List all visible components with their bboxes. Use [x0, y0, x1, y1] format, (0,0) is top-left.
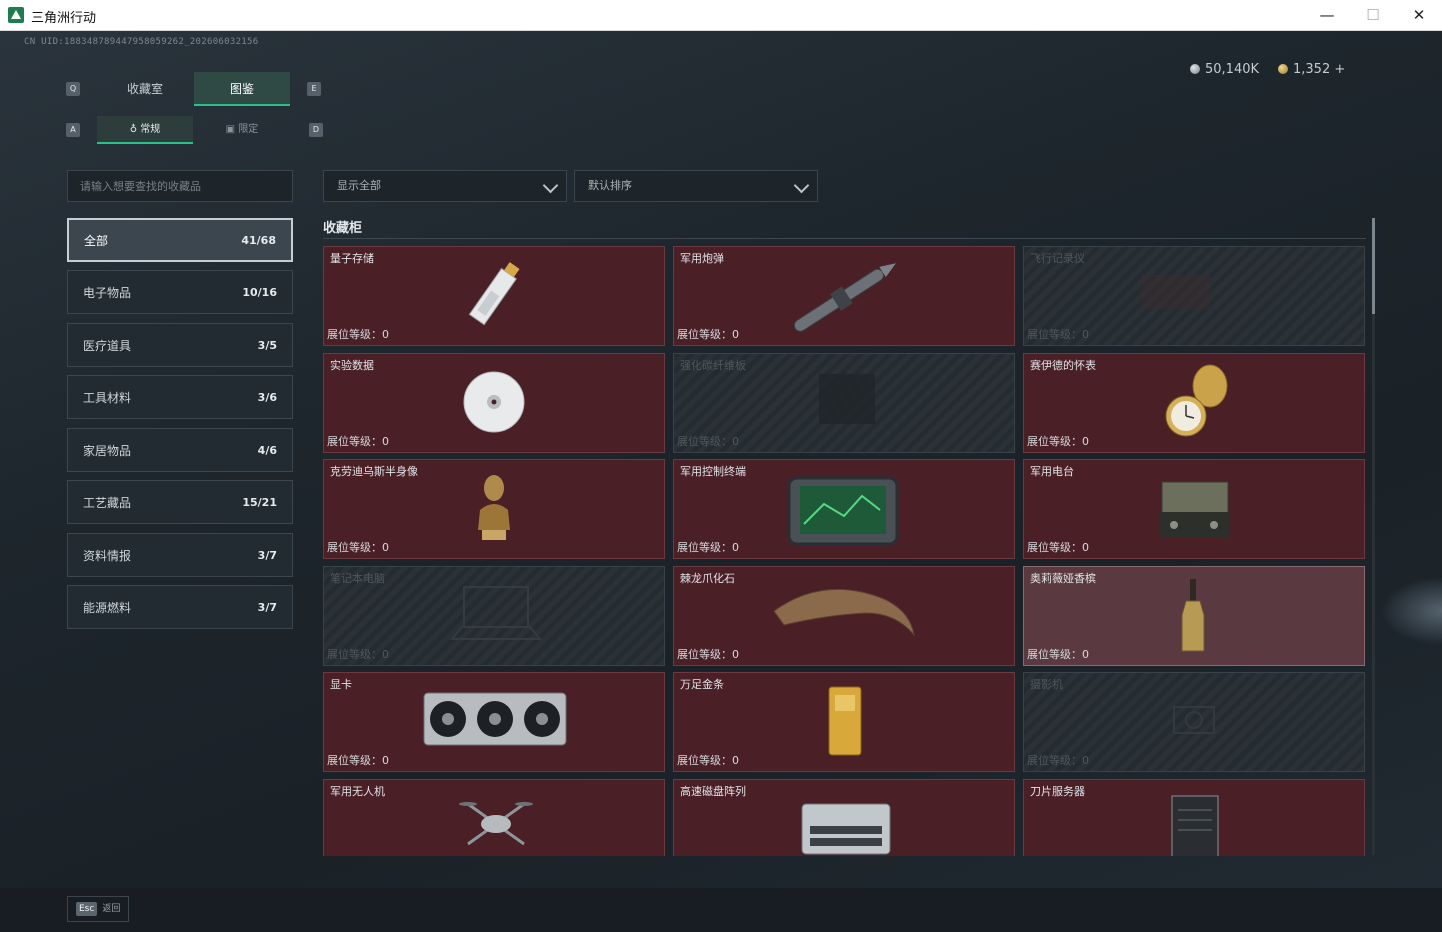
category-energy[interactable]: 能源燃料 3/7 [67, 585, 293, 629]
silver-coin-icon [1190, 64, 1200, 74]
item-level: 展位等级：0 [1027, 648, 1089, 661]
item-name: 笔记本电脑 [330, 572, 385, 585]
item-card[interactable]: 强化碳纤维板 展位等级：0 [673, 353, 1015, 453]
search-input[interactable] [67, 170, 293, 202]
gold-currency[interactable]: 1,352 + [1278, 62, 1345, 77]
item-level: 展位等级：0 [327, 648, 389, 661]
close-button[interactable]: ✕ [1396, 0, 1442, 31]
section-divider [323, 238, 1366, 239]
item-level: 展位等级：0 [1027, 754, 1089, 767]
bottom-bar: Esc 返回 [0, 888, 1442, 932]
item-level: 展位等级：0 [677, 328, 739, 341]
gold-coin-icon [1278, 64, 1288, 74]
subtab-limited[interactable]: ▣ 限定 [194, 116, 290, 144]
item-name: 军用无人机 [330, 785, 385, 798]
chevron-down-icon [542, 177, 559, 194]
item-name: 棘龙爪化石 [680, 572, 735, 585]
item-name: 赛伊德的怀表 [1030, 359, 1096, 372]
item-card[interactable]: 奥莉薇娅香槟 展位等级：0 [1023, 566, 1365, 666]
back-button[interactable]: Esc 返回 [67, 896, 129, 922]
scrollbar-thumb[interactable] [1372, 218, 1375, 314]
item-card[interactable]: 军用控制终端 展位等级：0 [673, 459, 1015, 559]
item-name: 刀片服务器 [1030, 785, 1085, 798]
category-crafts[interactable]: 工艺藏品 15/21 [67, 480, 293, 524]
collection-grid: 量子存储 展位等级：0 军用炮弹 展位等级：0 飞行记录仪 展位等级：0 实验数… [323, 246, 1366, 856]
minimize-button[interactable]: — [1304, 0, 1350, 31]
item-card[interactable]: 量子存储 展位等级：0 [323, 246, 665, 346]
silver-currency: 50,140K [1190, 62, 1259, 77]
key-hint-a: A [66, 123, 80, 137]
limited-icon: ▣ [225, 124, 239, 135]
tab-collection-room[interactable]: 收藏室 [97, 72, 193, 106]
item-level: 展位等级：0 [1027, 328, 1089, 341]
filter-dropdown[interactable]: 显示全部 [323, 170, 567, 202]
item-level: 展位等级：0 [327, 328, 389, 341]
item-level: 展位等级：0 [677, 541, 739, 554]
item-card[interactable]: 军用无人机 [323, 779, 665, 856]
decorative-glow [1370, 571, 1442, 651]
item-level: 展位等级：0 [327, 541, 389, 554]
item-level: 展位等级：0 [1027, 541, 1089, 554]
window-title: 三角洲行动 [31, 11, 97, 26]
subtab-regular[interactable]: ♁ 常规 [97, 116, 193, 144]
item-card[interactable]: 万足金条 展位等级：0 [673, 672, 1015, 772]
item-level: 展位等级：0 [677, 754, 739, 767]
item-card[interactable]: 高速磁盘阵列 [673, 779, 1015, 856]
regular-icon: ♁ [129, 124, 141, 135]
item-name: 克劳迪乌斯半身像 [330, 465, 418, 478]
item-name: 高速磁盘阵列 [680, 785, 746, 798]
item-card[interactable]: 刀片服务器 [1023, 779, 1365, 856]
item-card[interactable]: 赛伊德的怀表 展位等级：0 [1023, 353, 1365, 453]
item-card[interactable]: 飞行记录仪 展位等级：0 [1023, 246, 1365, 346]
tab-codex[interactable]: 图鉴 [194, 72, 290, 106]
item-name: 强化碳纤维板 [680, 359, 746, 372]
category-intel[interactable]: 资料情报 3/7 [67, 533, 293, 577]
item-name: 显卡 [330, 678, 352, 691]
category-electronics[interactable]: 电子物品 10/16 [67, 270, 293, 314]
key-hint-e: E [307, 82, 321, 96]
player-uid: CN UID:1883487894479580592​62_2026060321… [24, 37, 259, 47]
window-titlebar: 三角洲行动 — ☐ ✕ [0, 0, 1442, 31]
item-name: 量子存储 [330, 252, 374, 265]
item-name: 万足金条 [680, 678, 724, 691]
item-level: 展位等级：0 [1027, 435, 1089, 448]
key-hint-q: Q [66, 82, 80, 96]
item-card[interactable]: 军用炮弹 展位等级：0 [673, 246, 1015, 346]
esc-key-hint: Esc [76, 902, 98, 916]
app-logo-icon [8, 7, 24, 23]
item-name: 奥莉薇娅香槟 [1030, 572, 1096, 585]
item-level: 展位等级：0 [327, 435, 389, 448]
category-tools[interactable]: 工具材料 3/6 [67, 375, 293, 419]
maximize-button[interactable]: ☐ [1350, 0, 1396, 31]
item-card[interactable]: 军用电台 展位等级：0 [1023, 459, 1365, 559]
category-medical[interactable]: 医疗道具 3/5 [67, 323, 293, 367]
category-household[interactable]: 家居物品 4/6 [67, 428, 293, 472]
item-card[interactable]: 显卡 展位等级：0 [323, 672, 665, 772]
section-title: 收藏柜 [323, 221, 363, 236]
item-card[interactable]: 笔记本电脑 展位等级：0 [323, 566, 665, 666]
item-name: 军用电台 [1030, 465, 1074, 478]
item-name: 军用炮弹 [680, 252, 724, 265]
item-level: 展位等级：0 [677, 435, 739, 448]
sort-dropdown[interactable]: 默认排序 [574, 170, 818, 202]
item-level: 展位等级：0 [327, 754, 389, 767]
item-name: 实验数据 [330, 359, 374, 372]
item-name: 摄影机 [1030, 678, 1063, 691]
category-all[interactable]: 全部 41/68 [67, 218, 293, 262]
item-level: 展位等级：0 [677, 648, 739, 661]
item-name: 飞行记录仪 [1030, 252, 1085, 265]
item-card[interactable]: 摄影机 展位等级：0 [1023, 672, 1365, 772]
item-name: 军用控制终端 [680, 465, 746, 478]
key-hint-d: D [309, 123, 323, 137]
game-area: CN UID:1883487894479580592​62_2026060321… [0, 31, 1442, 932]
chevron-down-icon [793, 177, 810, 194]
item-card[interactable]: 棘龙爪化石 展位等级：0 [673, 566, 1015, 666]
item-card[interactable]: 克劳迪乌斯半身像 展位等级：0 [323, 459, 665, 559]
item-card[interactable]: 实验数据 展位等级：0 [323, 353, 665, 453]
